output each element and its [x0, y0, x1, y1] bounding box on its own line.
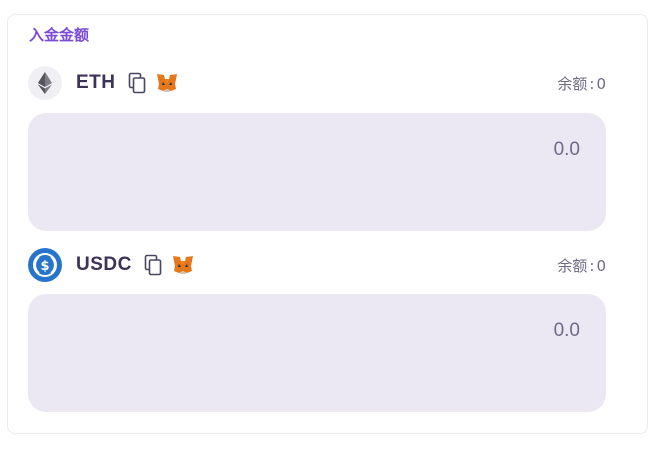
- metamask-fox-icon[interactable]: [172, 255, 194, 275]
- eth-balance-value: 0: [596, 74, 606, 93]
- usdc-balance: 余额:0: [557, 255, 606, 276]
- usdc-balance-value: 0: [596, 256, 606, 275]
- svg-text:$: $: [40, 259, 49, 274]
- usdc-amount-box[interactable]: [28, 294, 606, 412]
- deposit-amount-title: 入金金额: [29, 26, 90, 44]
- eth-balance-label: 余额: [557, 74, 588, 93]
- copy-icon[interactable]: [128, 72, 146, 94]
- eth-amount-box[interactable]: [28, 113, 606, 231]
- usdc-amount-input[interactable]: [380, 320, 580, 342]
- eth-balance-sep: :: [589, 74, 595, 93]
- copy-icon[interactable]: [144, 254, 162, 276]
- metamask-fox-icon[interactable]: [156, 73, 178, 93]
- eth-coin-icon: [28, 66, 62, 100]
- eth-amount-input[interactable]: [380, 139, 580, 161]
- eth-token-name: ETH: [76, 72, 116, 93]
- usdc-token-name: USDC: [76, 254, 132, 275]
- usdc-balance-sep: :: [589, 256, 595, 275]
- usdc-balance-label: 余额: [557, 256, 588, 275]
- eth-balance: 余额:0: [557, 73, 606, 94]
- usdc-coin-icon: $: [28, 248, 62, 282]
- usdc-token-row: $ USDC 余额:0: [28, 248, 606, 282]
- eth-token-row: ETH 余额:0: [28, 66, 606, 100]
